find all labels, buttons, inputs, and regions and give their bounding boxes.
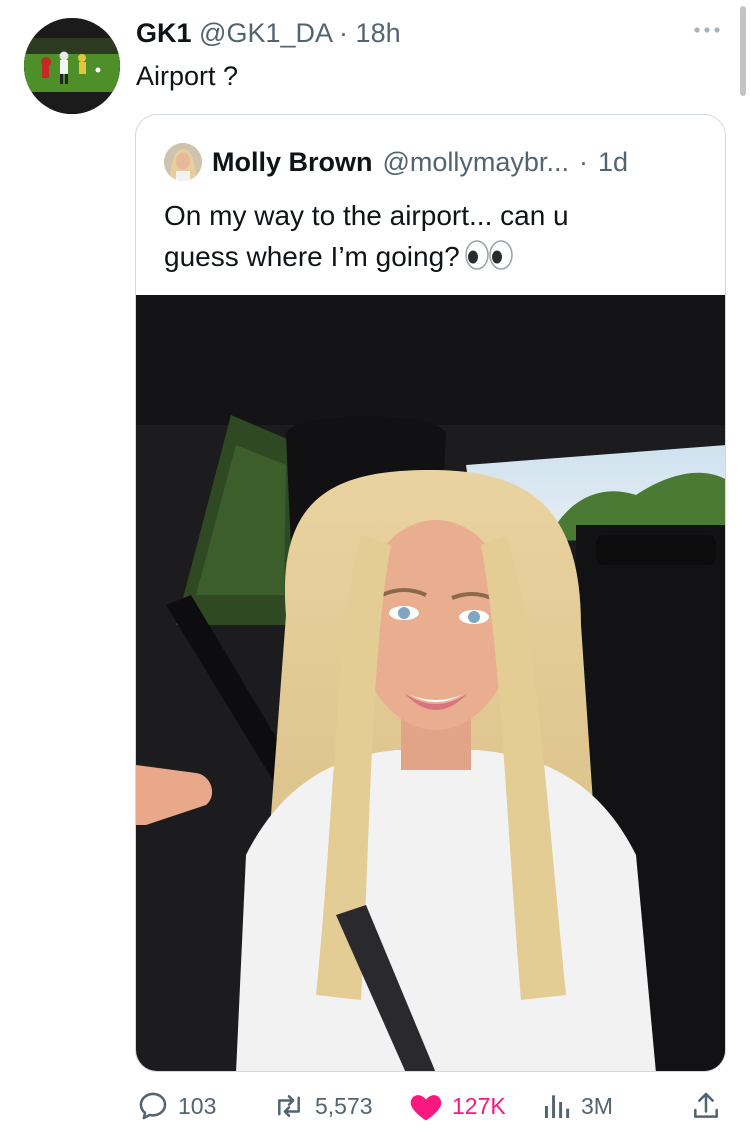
reply-count: 103 bbox=[178, 1092, 217, 1119]
quoted-tweet-time[interactable]: 1d bbox=[598, 146, 628, 178]
tweet-header: GK1 @GK1_DA · 18h bbox=[136, 18, 401, 48]
views-icon bbox=[545, 1095, 570, 1118]
profile-photo-avatar-icon bbox=[164, 143, 202, 181]
share-button[interactable] bbox=[690, 1088, 722, 1124]
scrollbar[interactable] bbox=[740, 6, 746, 96]
author-avatar[interactable] bbox=[24, 18, 120, 114]
quoted-author-avatar[interactable] bbox=[164, 143, 202, 181]
quoted-tweet[interactable]: Molly Brown @mollymaybr... · 1d On my wa… bbox=[135, 114, 726, 1072]
action-bar: 103 5,573 127K 3M bbox=[136, 1088, 726, 1124]
football-match-avatar-icon bbox=[24, 18, 120, 114]
separator: · bbox=[339, 18, 349, 48]
tweet: GK1 @GK1_DA · 18h Airport ? Molly Brown … bbox=[0, 0, 750, 1130]
like-count: 127K bbox=[452, 1092, 506, 1119]
share-icon bbox=[694, 1092, 718, 1118]
quoted-author-handle[interactable]: @mollymaybr... bbox=[383, 146, 569, 178]
quoted-author-display-name[interactable]: Molly Brown bbox=[212, 146, 373, 178]
retweet-icon bbox=[278, 1095, 300, 1117]
quoted-separator: · bbox=[578, 147, 588, 177]
like-button[interactable]: 127K bbox=[408, 1088, 506, 1124]
quoted-text-line1: On my way to the airport... can u bbox=[164, 200, 569, 231]
quoted-tweet-photo[interactable] bbox=[136, 295, 725, 1071]
selfie-in-car-photo-icon bbox=[136, 295, 725, 1071]
views-count: 3M bbox=[581, 1092, 613, 1119]
views-button[interactable]: 3M bbox=[541, 1088, 613, 1124]
retweet-count: 5,573 bbox=[315, 1092, 373, 1119]
tweet-time[interactable]: 18h bbox=[356, 18, 401, 48]
author-handle[interactable]: @GK1_DA bbox=[199, 18, 331, 48]
ellipsis-icon[interactable] bbox=[692, 20, 722, 40]
tweet-text: Airport ? bbox=[136, 61, 239, 91]
eyes-emoji-icon bbox=[464, 240, 514, 281]
reply-button[interactable]: 103 bbox=[136, 1088, 216, 1124]
retweet-button[interactable]: 5,573 bbox=[271, 1088, 373, 1124]
quoted-tweet-text: On my way to the airport... can u guess … bbox=[164, 195, 704, 281]
heart-icon bbox=[410, 1095, 442, 1121]
quoted-tweet-header: Molly Brown @mollymaybr... · 1d bbox=[164, 143, 628, 181]
reply-icon bbox=[139, 1092, 167, 1120]
quoted-text-line2: guess where I’m going? bbox=[164, 241, 460, 272]
author-display-name[interactable]: GK1 bbox=[136, 18, 192, 48]
